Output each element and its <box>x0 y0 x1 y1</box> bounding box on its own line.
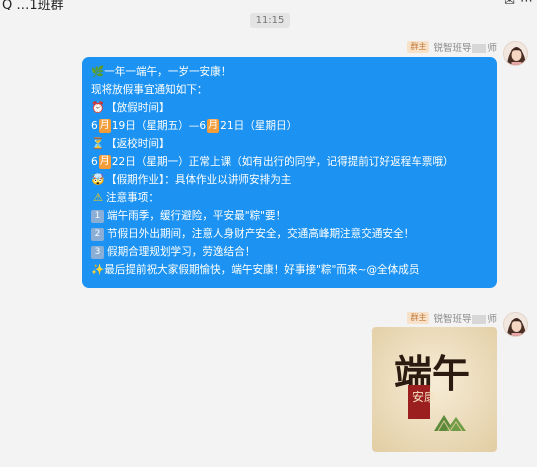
message-line: 6 月 19日（星期五）—6 月 21日（星期日） <box>91 119 298 133</box>
message-sender: 群主 锐智班导师 <box>407 40 497 54</box>
message-line: 🌿一年一端午，一岁一安康！ <box>91 66 232 78</box>
mail-icon[interactable]: ✉ <box>504 0 515 9</box>
dragon-boat-festival-sticker[interactable]: 端午 安康 <box>372 327 497 452</box>
message-line: ✨最后提前祝大家假期愉快，端午安康！好事接"粽"而来~@全体成员 <box>91 264 420 276</box>
message-line: 6 月 22日（星期一）正常上课（如有出行的同学，记得提前订好返程车票哦） <box>91 155 454 169</box>
hourglass-icon: ⏳ <box>91 137 105 150</box>
message-timestamp: 11:15 <box>250 13 290 28</box>
chat-title: Q …1班群 <box>2 0 64 10</box>
sender-name[interactable]: 锐智班导师 <box>433 311 497 325</box>
month-emoji: 月 <box>98 119 111 133</box>
sender-avatar[interactable] <box>503 41 528 66</box>
smiley-face-icon: 🤯 <box>91 173 105 186</box>
number-3-icon: 3 <box>91 245 104 259</box>
alarm-clock-icon: ⏰ <box>91 101 105 114</box>
message-line: ⏰ 【放假时间】 <box>91 101 170 114</box>
chat-title-bar: Q …1班群 ✉ ⋯ <box>0 0 537 10</box>
number-1-icon: 1 <box>91 209 104 223</box>
sender-avatar[interactable] <box>503 312 528 337</box>
message-line: 现将放假事宜通知如下： <box>91 84 208 96</box>
owner-badge: 群主 <box>407 312 430 324</box>
more-icon[interactable]: ⋯ <box>520 0 533 9</box>
sender-name[interactable]: 锐智班导师 <box>433 40 497 54</box>
notice-message-bubble[interactable]: 🌿一年一端午，一岁一安康！ 现将放假事宜通知如下： ⏰ 【放假时间】 6 月 19日（… <box>82 57 497 288</box>
message-line: 1 端午雨季，缓行避险，平安最"粽"要！ <box>91 207 488 225</box>
month-emoji: 月 <box>207 119 220 133</box>
message-sender: 群主 锐智班导师 <box>407 311 497 325</box>
month-emoji: 月 <box>98 155 111 169</box>
svg-text:安康: 安康 <box>412 389 436 404</box>
number-2-icon: 2 <box>91 227 104 241</box>
message-line: 🤯 【假期作业】：具体作业以讲师安排为主 <box>91 173 292 186</box>
owner-badge: 群主 <box>407 41 430 53</box>
message-line: 2 节假日外出期间，注意人身财产安全，交通高峰期注意交通安全！ <box>91 225 488 243</box>
message-line: ⚠ 注意事项： <box>91 189 488 207</box>
warning-icon: ⚠ <box>93 191 103 204</box>
message-line: ⏳ 【返校时间】 <box>91 137 170 150</box>
message-line: 3 假期合理规划学习，劳逸结合！ <box>91 243 488 261</box>
